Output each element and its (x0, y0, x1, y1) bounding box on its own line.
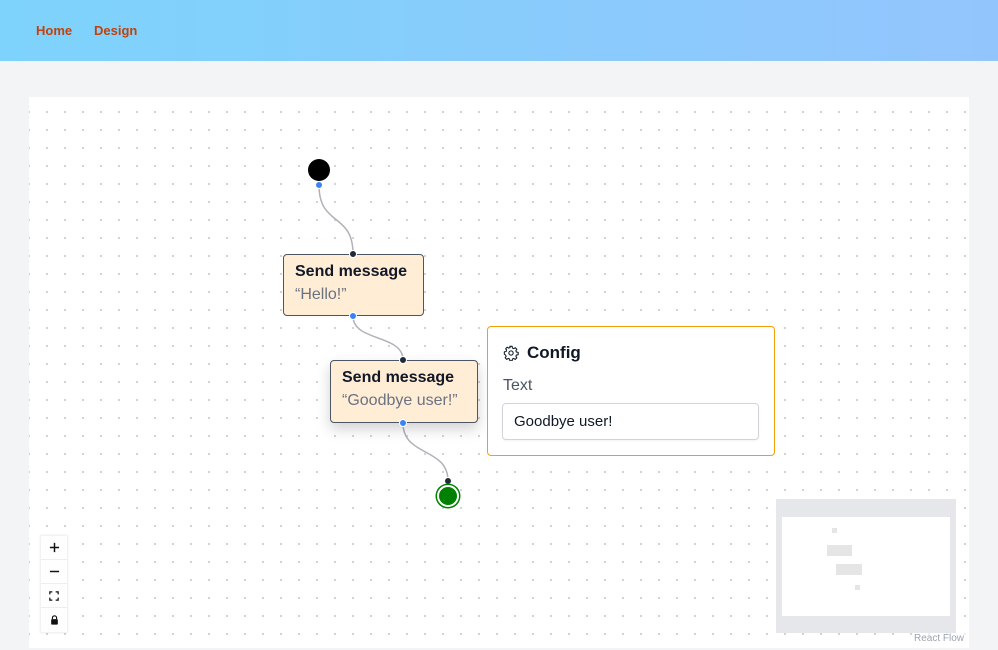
fit-view-button[interactable] (41, 584, 67, 608)
minimap-node (855, 585, 860, 590)
flow-controls (41, 536, 67, 632)
edge-start-to-hello (318, 184, 354, 255)
edge-goodbye-to-end (402, 422, 449, 482)
minimap[interactable] (776, 499, 956, 633)
minimap-node (836, 564, 862, 575)
plus-icon (49, 542, 59, 553)
minimap-viewport (782, 517, 950, 616)
minimap-node (827, 545, 852, 556)
end-node-target-handle[interactable] (444, 477, 452, 485)
top-navigation-bar: Home Design (0, 0, 998, 61)
send-message-node-goodbye[interactable]: Send message “Goodbye user!” (330, 360, 478, 423)
flow-canvas[interactable]: Send message “Hello!” Send message “Good… (29, 97, 969, 648)
edge-hello-to-goodbye (352, 315, 404, 361)
zoom-out-button[interactable] (41, 560, 67, 584)
end-node[interactable] (437, 485, 459, 507)
start-node-source-handle[interactable] (315, 181, 323, 189)
node-message-text: “Goodbye user!” (342, 392, 458, 409)
node-message-text: “Hello!” (295, 286, 347, 303)
zoom-in-button[interactable] (41, 536, 67, 560)
start-node[interactable] (308, 159, 330, 181)
react-flow-attribution[interactable]: React Flow (911, 633, 966, 644)
message-text-input[interactable] (502, 403, 759, 440)
minimap-node (832, 528, 837, 533)
node-title: Send message (295, 263, 408, 280)
hello-node-source-handle[interactable] (349, 312, 357, 320)
lock-icon (50, 615, 58, 625)
config-header: Config (503, 343, 581, 363)
config-panel: Config Text (487, 326, 775, 456)
minus-icon (49, 570, 59, 573)
send-message-node-hello[interactable]: Send message “Hello!” (283, 254, 424, 316)
nav-link-home[interactable]: Home (36, 23, 72, 38)
text-field-label: Text (503, 377, 533, 394)
node-title: Send message (342, 369, 455, 386)
nav-link-design[interactable]: Design (94, 23, 137, 38)
lock-button[interactable] (41, 608, 67, 632)
goodbye-node-target-handle[interactable] (399, 356, 407, 364)
config-title: Config (527, 343, 581, 362)
gear-icon (503, 345, 519, 361)
hello-node-target-handle[interactable] (349, 250, 357, 258)
fit-view-icon (49, 590, 59, 601)
goodbye-node-source-handle[interactable] (399, 419, 407, 427)
